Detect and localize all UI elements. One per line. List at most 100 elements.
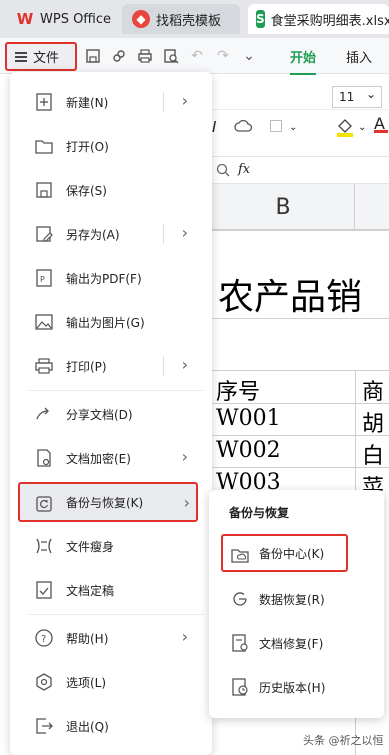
menu-item-options[interactable]: 选项(L) <box>10 662 212 702</box>
file-menu-button[interactable]: 文件 <box>5 42 77 71</box>
submenu-item-label: 文档修复(F) <box>259 636 324 651</box>
settings-icon <box>34 672 54 692</box>
submenu-item-data-recovery[interactable]: 数据恢复(R) <box>209 580 384 618</box>
backup-icon <box>34 494 54 514</box>
tab-docer-templates[interactable]: ◆ 找稻壳模板 <box>122 4 240 34</box>
divider <box>163 92 164 112</box>
wps-logo-icon: W <box>16 10 34 28</box>
font-color-icon[interactable]: A <box>374 114 388 133</box>
new-file-icon <box>34 92 54 112</box>
redo-icon[interactable]: ↷ <box>214 47 232 65</box>
slim-icon <box>34 536 54 556</box>
pdf-icon: P <box>34 268 54 288</box>
spreadsheet-icon: S <box>256 10 265 28</box>
chevron-down-icon[interactable]: ⌄ <box>358 122 366 133</box>
cell-c[interactable]: 白 <box>362 438 384 470</box>
print-icon[interactable] <box>136 47 154 65</box>
file-menu: 新建(N) › 打开(O) 保存(S) 另存为(A) › P 输出为PDF(F)… <box>10 72 212 755</box>
menu-item-label: 输出为PDF(F) <box>66 271 142 286</box>
undo-icon[interactable]: ↶ <box>188 47 206 65</box>
menu-item-export-pdf[interactable]: P 输出为PDF(F) <box>10 258 212 298</box>
data-recovery-icon <box>231 590 249 608</box>
save-icon[interactable] <box>84 47 102 65</box>
chevron-right-icon: › <box>181 223 188 242</box>
menu-item-label: 打开(O) <box>66 139 109 154</box>
menu-item-label: 分享文档(D) <box>66 407 133 422</box>
file-label: 文件 <box>33 51 60 66</box>
save-icon <box>34 180 54 200</box>
chevron-down-icon[interactable]: ⌄ <box>240 47 258 65</box>
menu-item-exit[interactable]: 退出(Q) <box>10 706 212 746</box>
menu-item-encrypt[interactable]: 文档加密(E) › <box>10 438 212 478</box>
menu-item-print[interactable]: 打印(P) › <box>10 346 212 386</box>
zoom-icon[interactable] <box>216 163 230 177</box>
cell-b[interactable]: W002 <box>216 438 281 463</box>
menu-item-save-as[interactable]: 另存为(A) › <box>10 214 212 254</box>
chevron-right-icon: › <box>181 355 188 374</box>
chevron-right-icon: › <box>181 91 188 110</box>
menu-item-new[interactable]: 新建(N) › <box>10 82 212 122</box>
column-b-header[interactable]: B <box>212 184 355 230</box>
menu-item-label: 文档加密(E) <box>66 451 131 466</box>
toolbar: 文件 ↶ ↷ ⌄ 开始 插入 <box>0 38 389 75</box>
folder-open-icon <box>34 136 54 156</box>
menu-item-save[interactable]: 保存(S) <box>10 170 212 210</box>
menu-item-label: 保存(S) <box>66 183 107 198</box>
cell-c[interactable]: 胡 <box>362 406 384 438</box>
menu-item-label: 文件瘦身 <box>66 539 115 554</box>
submenu-item-backup-center[interactable]: 备份中心(K) <box>221 534 348 572</box>
menu-item-open[interactable]: 打开(O) <box>10 126 212 166</box>
tab-wps-office[interactable]: W WPS Office <box>6 4 114 34</box>
chevron-right-icon: › <box>181 447 188 466</box>
menu-item-share[interactable]: 分享文档(D) <box>10 394 212 434</box>
image-icon <box>34 312 54 332</box>
format-row: I ⌄ ⌄ A <box>212 114 389 142</box>
save-as-icon <box>34 224 54 244</box>
font-size-select[interactable]: 11 <box>332 84 382 108</box>
share-icon <box>34 404 54 424</box>
menu-item-slim[interactable]: 文件瘦身 <box>10 526 212 566</box>
print-icon <box>34 356 54 376</box>
chevron-right-icon: › <box>183 493 190 512</box>
submenu-item-history[interactable]: 历史版本(H) <box>209 668 384 706</box>
docer-icon: ◆ <box>132 10 150 28</box>
doc-repair-icon <box>231 634 249 652</box>
italic-icon[interactable]: I <box>212 118 216 136</box>
menu-item-finalize[interactable]: 文档定稿 <box>10 570 212 610</box>
submenu-item-label: 历史版本(H) <box>259 680 326 695</box>
column-header: B <box>212 184 389 230</box>
menu-item-label: 备份与恢复(K) <box>66 495 144 510</box>
print-preview-icon[interactable] <box>162 47 180 65</box>
menu-item-label: 打印(P) <box>66 359 107 374</box>
chevron-right-icon: › <box>181 627 188 646</box>
submenu-item-label: 数据恢复(R) <box>259 592 325 607</box>
cell-b[interactable]: W001 <box>216 406 281 431</box>
border-icon[interactable] <box>270 120 282 132</box>
submenu-item-label: 备份中心(K) <box>259 546 325 561</box>
formula-bar: fx <box>212 156 389 184</box>
cloud-icon[interactable] <box>234 118 254 134</box>
menu-item-label: 另存为(A) <box>66 227 120 242</box>
tab-label: WPS Office <box>40 11 112 27</box>
gridline <box>212 230 389 231</box>
tab-spreadsheet[interactable]: S 食堂采购明细表.xlsx <box>248 4 389 34</box>
sheet-title-cell[interactable]: 农产品销 <box>218 268 362 320</box>
chevron-down-icon[interactable]: ⌄ <box>289 122 297 133</box>
fill-color-icon[interactable] <box>334 116 356 138</box>
menu-item-label: 帮助(H) <box>66 631 109 646</box>
divider <box>163 224 164 244</box>
tab-label: 找稻壳模板 <box>156 13 222 29</box>
menu-icon <box>15 51 27 62</box>
submenu-item-doc-repair[interactable]: 文档修复(F) <box>209 624 384 662</box>
menu-item-export-image[interactable]: 输出为图片(G) <box>10 302 212 342</box>
cell-b[interactable]: 序号 <box>216 374 260 406</box>
backup-center-icon <box>231 546 249 564</box>
link-icon[interactable] <box>110 47 128 65</box>
cell-c[interactable]: 商 <box>362 374 384 406</box>
fx-icon[interactable]: fx <box>238 162 250 177</box>
tab-insert[interactable]: 插入 <box>346 47 372 66</box>
menu-item-backup-restore[interactable]: 备份与恢复(K) › <box>18 482 198 522</box>
menu-item-help[interactable]: ? 帮助(H) › <box>10 618 212 658</box>
history-icon <box>231 678 249 696</box>
tab-start[interactable]: 开始 <box>290 47 317 75</box>
